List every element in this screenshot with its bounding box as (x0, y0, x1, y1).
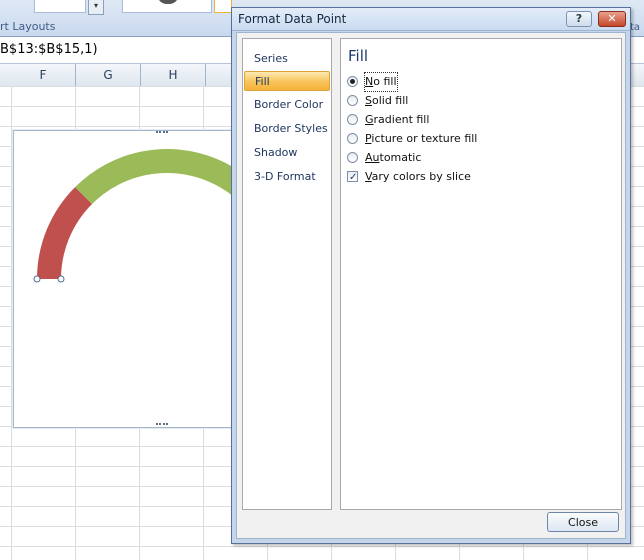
help-button[interactable]: ? (566, 11, 592, 27)
fill-panel: Fill No fill Solid fill Gradient fill Pi… (340, 38, 622, 510)
panel-title: Fill (348, 47, 369, 65)
radio-icon[interactable] (347, 76, 358, 87)
gallery-more-icon[interactable]: ▾ (88, 0, 104, 15)
nav-item-series-options[interactable]: Series Options (244, 49, 330, 85)
close-icon[interactable]: ✕ (598, 11, 626, 27)
radio-icon[interactable] (347, 114, 358, 125)
selection-handle[interactable] (33, 275, 41, 283)
radio-icon[interactable] (347, 133, 358, 144)
nav-item-3d-format[interactable]: 3-D Format (244, 167, 330, 187)
resize-handle-bottom[interactable] (156, 423, 168, 428)
ribbon-right-label: ta (630, 22, 641, 33)
dialog-title: Format Data Point (238, 12, 347, 26)
radio-icon[interactable] (347, 152, 358, 163)
formula-text: B$13:$B$15,1) (0, 42, 98, 57)
chart-plot[interactable] (14, 131, 254, 427)
chart-style-thumbnail[interactable] (122, 0, 212, 13)
nav-item-shadow[interactable]: Shadow (244, 143, 330, 163)
radio-icon[interactable] (347, 95, 358, 106)
nav-item-border-color[interactable]: Border Color (244, 95, 330, 115)
checkbox-icon[interactable] (347, 169, 358, 187)
close-button[interactable]: Close (547, 512, 619, 532)
nav-item-fill[interactable]: Fill (244, 71, 330, 91)
column-header-f[interactable]: F (11, 64, 76, 86)
nav-item-border-styles[interactable]: Border Styles (244, 119, 330, 139)
column-header-g[interactable]: G (76, 64, 141, 86)
resize-handle-top[interactable] (156, 131, 168, 136)
ribbon-group-label: rt Layouts (0, 20, 56, 33)
dialog-titlebar[interactable]: Format Data Point ? ✕ (232, 8, 630, 31)
selection-handle[interactable] (57, 275, 65, 283)
gauge-slice-0[interactable] (37, 187, 93, 279)
format-data-point-dialog: Format Data Point ? ✕ Series Options Fil… (231, 7, 631, 544)
column-header-h[interactable]: H (141, 64, 206, 86)
chart-layout-thumbnail[interactable] (34, 0, 86, 13)
chart-style-thumbnail-selected[interactable] (214, 0, 232, 13)
gauge-slice-1[interactable] (75, 148, 254, 279)
dialog-body: Series Options Fill Border Color Border … (236, 32, 626, 539)
doughnut-chart[interactable] (13, 130, 255, 428)
style-swatch-icon (157, 0, 179, 4)
category-list: Series Options Fill Border Color Border … (242, 38, 332, 510)
